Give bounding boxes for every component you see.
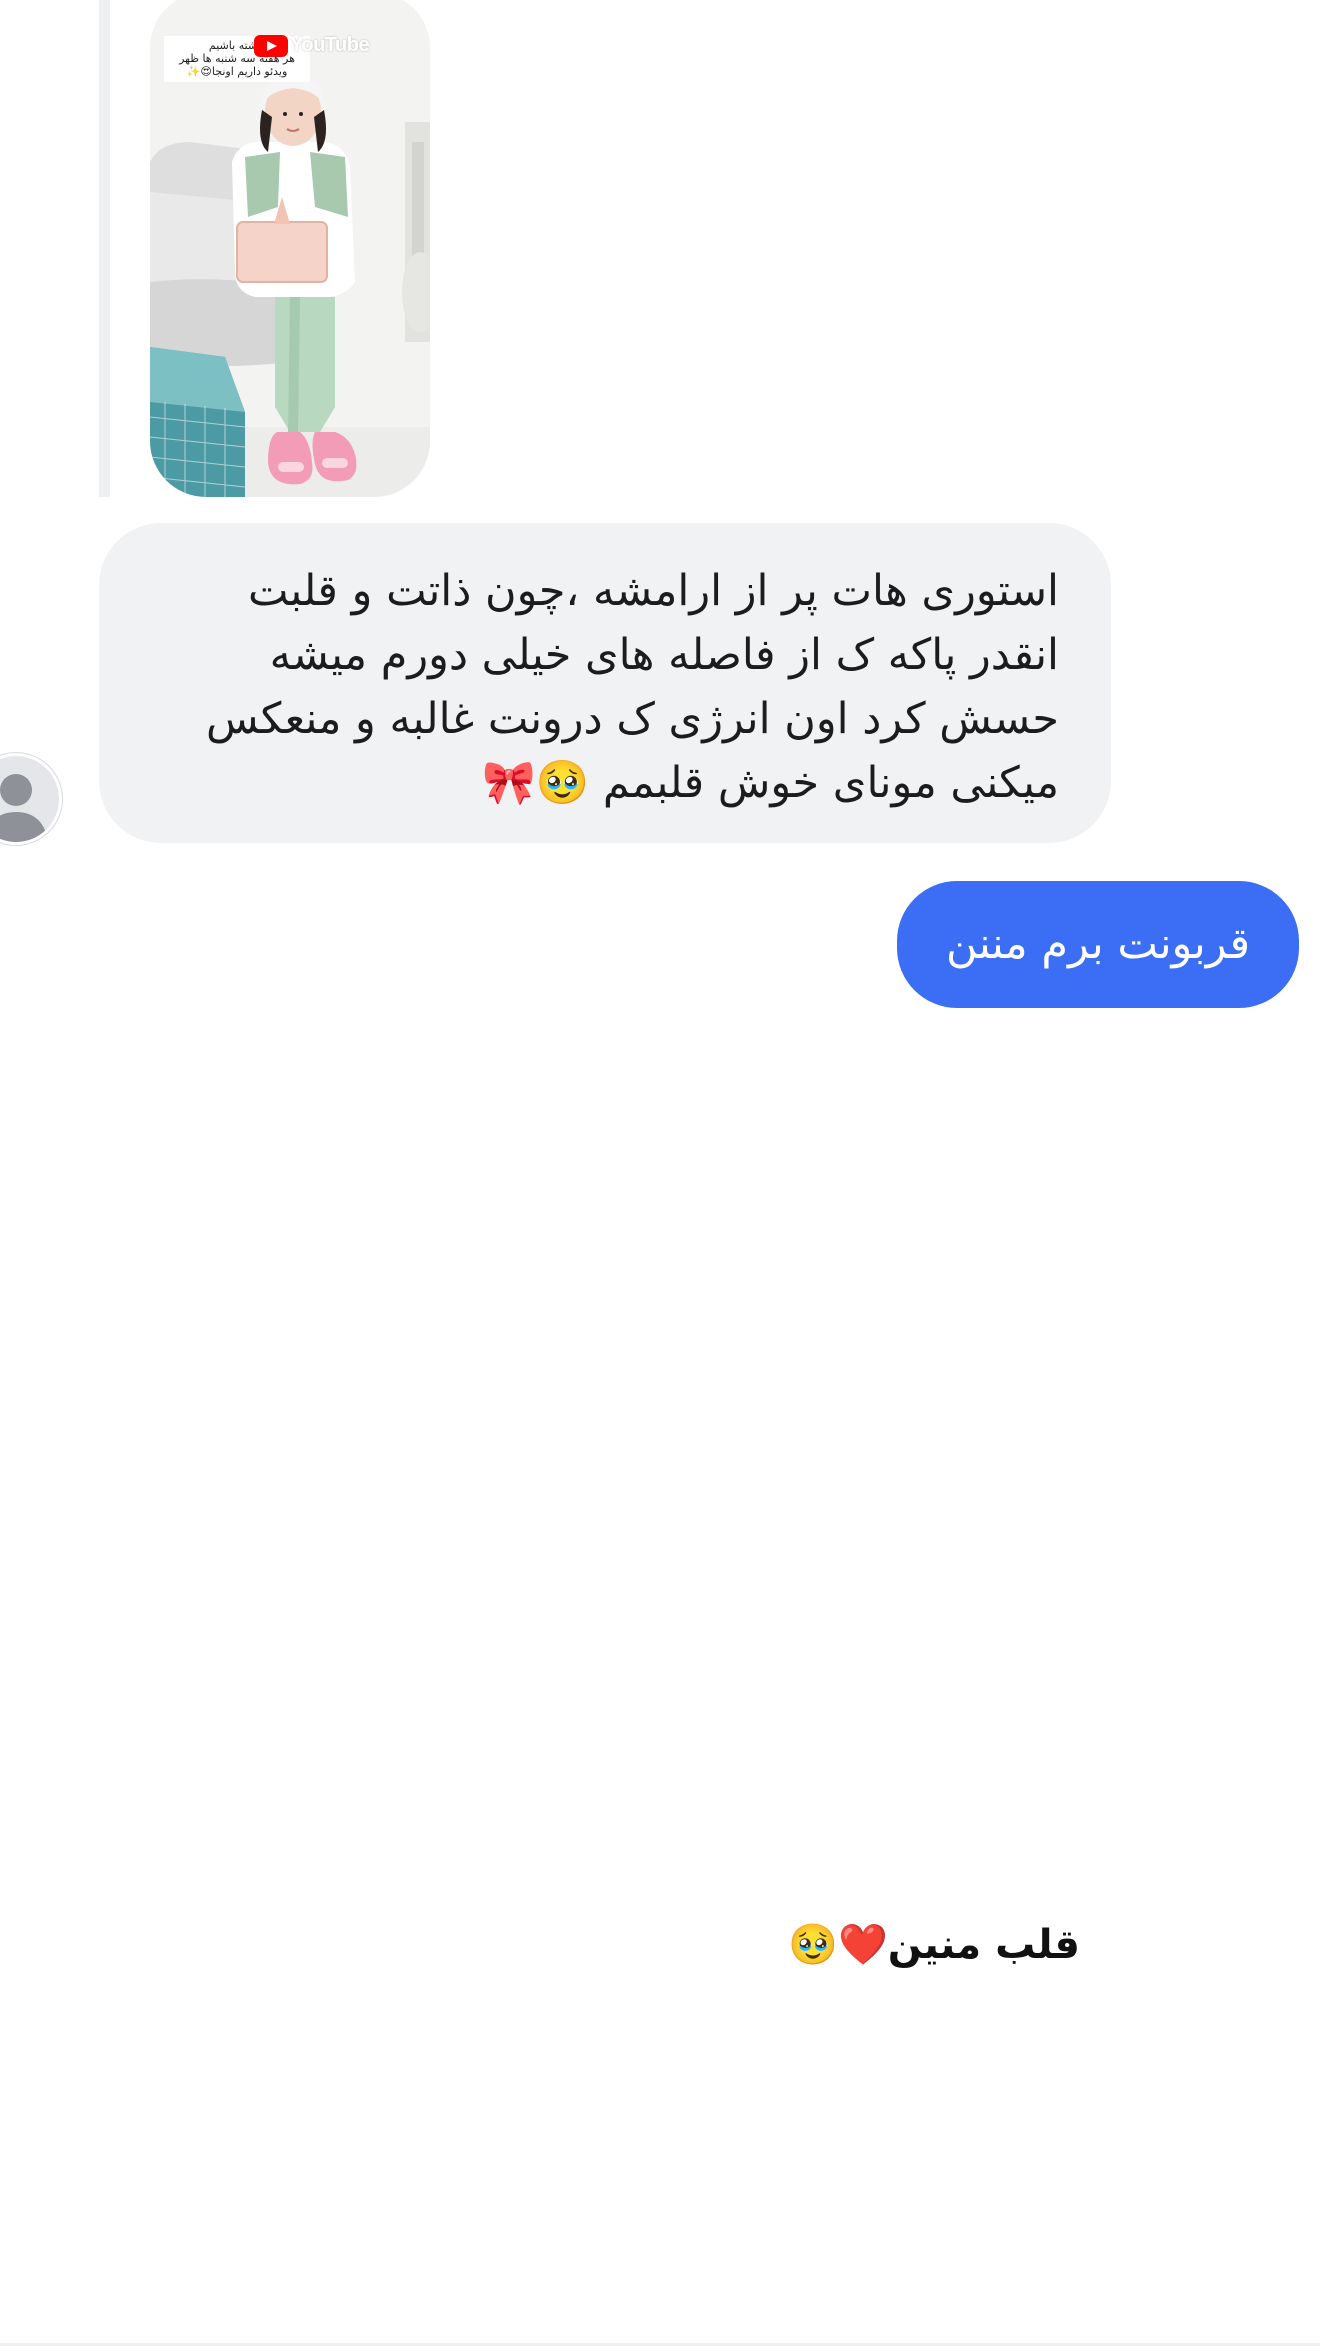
message-line: استوری هات پر از ارامشه ،چون ذاتت و قلبت: [248, 566, 1059, 616]
youtube-badge: YouTube: [254, 34, 370, 57]
story-reply-thumbnail[interactable]: داشته باشیم هر هفته سه شنبه ها ظهر ویدئو…: [150, 0, 430, 497]
caption-text: قلب منین❤️🥹: [788, 1922, 1080, 1968]
story-overlay-line: ویدئو داریم اونجا😍✨: [186, 65, 288, 78]
reply-quote-bar: [99, 0, 110, 497]
youtube-play-icon: [254, 34, 288, 57]
message-line: میکنی مونای خوش قلبمم 🥹🎀: [482, 758, 1059, 808]
message-line: حسش کرد اون انرژی ک درونت غالبه و منعکس: [206, 694, 1059, 744]
sender-avatar[interactable]: [0, 753, 62, 845]
incoming-message-bubble[interactable]: استوری هات پر از ارامشه ،چون ذاتت و قلبت…: [99, 523, 1111, 843]
person-silhouette-icon: [0, 774, 49, 842]
youtube-wordmark: YouTube: [290, 34, 370, 56]
outgoing-message-bubble[interactable]: قربونت برم مننن: [897, 881, 1299, 1008]
message-text: قربونت برم مننن: [945, 919, 1251, 969]
message-line: انقدر پاکه ک از فاصله های خیلی دورم میشه: [269, 630, 1059, 680]
